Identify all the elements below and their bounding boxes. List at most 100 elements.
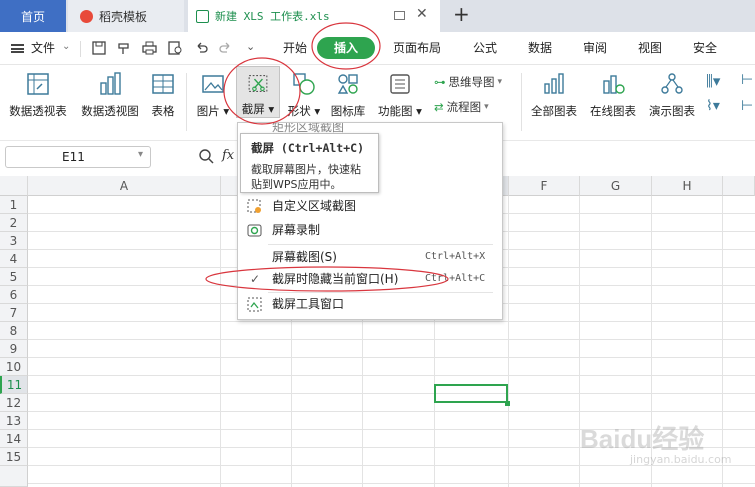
row-header[interactable]: 6 xyxy=(0,286,28,304)
screenshot-button[interactable]: 截屏 ▾ xyxy=(236,66,280,118)
tab-templates[interactable]: 稻壳模板 xyxy=(68,0,184,32)
menu-security[interactable]: 安全 xyxy=(693,32,717,64)
hamburger-mid xyxy=(11,47,24,50)
table-button[interactable]: 表格 xyxy=(147,65,179,119)
chevron-down-icon: ▾ xyxy=(138,149,144,160)
line-chart-small-icon[interactable]: ⌇▾ xyxy=(706,98,720,114)
pivot-chart-label: 数据透视图 xyxy=(81,104,139,118)
window-icon[interactable] xyxy=(394,11,405,20)
format-painter-icon[interactable] xyxy=(117,41,131,55)
flowchart-label: 流程图 xyxy=(446,100,482,114)
icon-library-label: 图标库 xyxy=(330,104,366,118)
demo-charts-icon xyxy=(661,73,683,94)
screenshot-label: 截屏 ▾ xyxy=(241,102,275,116)
all-charts-button[interactable]: 全部图表 xyxy=(528,65,580,119)
table-icon xyxy=(152,74,174,94)
pivot-table-label: 数据透视表 xyxy=(9,104,67,118)
menu-item-hide-window[interactable]: ✓ 截屏时隐藏当前窗口(H) Ctrl+Alt+C xyxy=(238,267,500,291)
menu-file[interactable]: 文件 xyxy=(31,32,55,64)
row-header[interactable]: 4 xyxy=(0,250,28,268)
separator xyxy=(80,41,81,57)
picture-button[interactable]: 图片 ▾ xyxy=(193,65,233,119)
menu-data[interactable]: 数据 xyxy=(528,32,552,64)
customize-chevron-icon[interactable]: ⌄ xyxy=(246,40,255,53)
row-header[interactable]: 8 xyxy=(0,322,28,340)
shapes-button[interactable]: 形状 ▾ xyxy=(284,65,324,119)
watermark-logo: Baidu经验 xyxy=(580,424,705,454)
tab-home[interactable]: 首页 xyxy=(0,0,66,32)
row-header[interactable]: 12 xyxy=(0,394,28,412)
menu-formulas[interactable]: 公式 xyxy=(473,32,497,64)
demo-charts-button[interactable]: 演示图表 xyxy=(645,65,699,119)
screenshot-tooltip: 截屏 (Ctrl+Alt+C) 截取屏幕图片，快速粘 贴到WPS应用中。 xyxy=(240,133,379,193)
tooltip-body-line1: 截取屏幕图片，快速粘 xyxy=(251,163,361,176)
row-header[interactable]: 3 xyxy=(0,232,28,250)
new-tab-button[interactable]: + xyxy=(453,2,470,26)
templates-logo-icon xyxy=(80,9,93,23)
undo-icon[interactable] xyxy=(194,41,208,55)
row-header[interactable]: 2 xyxy=(0,214,28,232)
tab-document[interactable]: 新建 XLS 工作表.xls ✕ xyxy=(188,0,440,32)
print-preview-icon[interactable] xyxy=(168,41,183,55)
menu-review[interactable]: 审阅 xyxy=(583,32,607,64)
function-chart-label: 功能图 ▾ xyxy=(378,104,422,118)
row-header[interactable]: 10 xyxy=(0,358,28,376)
menu-page-layout[interactable]: 页面布局 xyxy=(393,32,441,64)
menu-insert[interactable]: 插入 xyxy=(317,37,375,59)
fill-handle[interactable] xyxy=(505,401,510,406)
corner-cell[interactable] xyxy=(0,176,28,196)
row-header[interactable] xyxy=(0,466,28,487)
tab-templates-label: 稻壳模板 xyxy=(99,9,148,24)
chevron-down-icon: ▾ xyxy=(484,102,489,112)
selected-cell[interactable] xyxy=(434,384,508,403)
pivot-chart-button[interactable]: 数据透视图 xyxy=(79,65,141,119)
picture-icon xyxy=(202,75,224,93)
icon-library-button[interactable]: 图标库 xyxy=(328,65,368,119)
name-box[interactable]: E11 ▾ xyxy=(5,146,151,168)
mind-map-button[interactable]: ⊶ 思维导图 ▾ xyxy=(434,74,502,90)
menu-item-screenshot-tool-window[interactable]: 截屏工具窗口 xyxy=(238,292,500,316)
row-header[interactable]: 1 xyxy=(0,196,28,214)
column-header[interactable]: H xyxy=(652,176,723,196)
mind-map-label: 思维导图 xyxy=(448,75,495,89)
close-tab-icon[interactable]: ✕ xyxy=(416,6,428,22)
menu-item-custom-area[interactable]: 自定义区域截图 xyxy=(238,194,500,218)
row-header[interactable]: 14 xyxy=(0,430,28,448)
overflow-icon-2[interactable]: ⊢ xyxy=(741,98,753,114)
all-charts-label: 全部图表 xyxy=(531,104,577,118)
function-chart-button[interactable]: 功能图 ▾ xyxy=(373,65,427,119)
column-header[interactable]: A xyxy=(28,176,221,196)
menu-view[interactable]: 视图 xyxy=(638,32,662,64)
redo-icon[interactable] xyxy=(219,41,233,55)
online-charts-button[interactable]: 在线图表 xyxy=(586,65,640,119)
zoom-icon[interactable] xyxy=(198,148,214,164)
row-header[interactable]: 5 xyxy=(0,268,28,286)
online-charts-label: 在线图表 xyxy=(590,104,636,118)
pivot-table-button[interactable]: 数据透视表 xyxy=(7,65,69,119)
print-icon[interactable] xyxy=(142,41,157,55)
row-header[interactable]: 15 xyxy=(0,448,28,466)
shapes-icon xyxy=(293,73,315,95)
row-header[interactable]: 9 xyxy=(0,340,28,358)
fx-label[interactable]: fx xyxy=(222,148,234,163)
flowchart-button[interactable]: ⇄ 流程图 ▾ xyxy=(434,99,489,115)
spreadsheet-icon xyxy=(196,9,209,23)
row-header[interactable]: 11 xyxy=(0,376,28,394)
online-charts-icon xyxy=(603,75,625,94)
column-header[interactable]: F xyxy=(509,176,580,196)
tooltip-body-line2: 贴到WPS应用中。 xyxy=(251,178,342,191)
tooltip-title: 截屏 (Ctrl+Alt+C) xyxy=(251,141,365,155)
menu-item-screen-record[interactable]: 屏幕录制 xyxy=(238,218,500,242)
menu-item-screen-capture[interactable]: 屏幕截图(S) Ctrl+Alt+X xyxy=(238,245,500,269)
bar-chart-small-icon[interactable]: ⫼▾ xyxy=(706,72,720,90)
overflow-icon[interactable]: ⊢ xyxy=(741,72,753,88)
save-icon[interactable] xyxy=(92,41,106,55)
column-header[interactable] xyxy=(723,176,755,196)
menu-home[interactable]: 开始 xyxy=(283,32,307,64)
row-header[interactable]: 7 xyxy=(0,304,28,322)
chevron-down-icon[interactable]: ⌄ xyxy=(62,41,70,52)
ribbon-separator xyxy=(186,73,187,131)
column-header[interactable]: G xyxy=(580,176,652,196)
row-header[interactable]: 13 xyxy=(0,412,28,430)
pivot-chart-icon xyxy=(100,72,121,95)
